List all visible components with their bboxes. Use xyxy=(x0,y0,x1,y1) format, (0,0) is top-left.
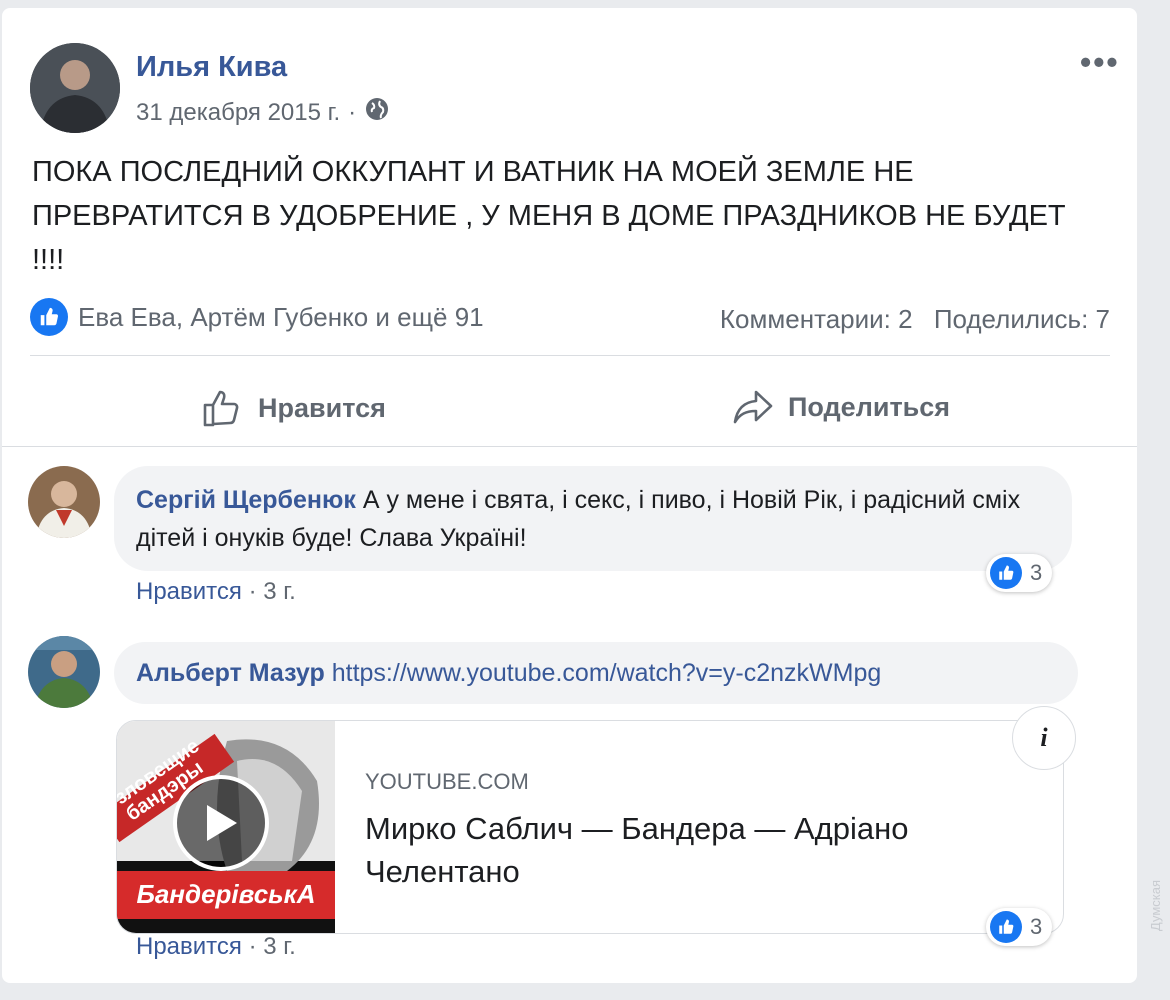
share-button[interactable]: Поделиться xyxy=(732,388,950,426)
comment-link[interactable]: https://www.youtube.com/watch?v=y-c2nzkW… xyxy=(332,659,882,687)
like-reaction-icon xyxy=(990,911,1022,943)
thumbnail-bottom-text: БандерівськА xyxy=(136,879,316,909)
comment-time[interactable]: 3 г. xyxy=(263,578,296,605)
comment-meta-separator: · xyxy=(248,578,257,605)
more-options-icon[interactable]: ••• xyxy=(1080,44,1120,81)
engagement-counts: Комментарии: 2 Поделились: 7 xyxy=(720,304,1110,335)
video-thumbnail[interactable]: зловещие бандэры БандерівськА xyxy=(117,721,335,933)
meta-separator: · xyxy=(348,98,357,126)
comment-reaction-count: 3 xyxy=(1030,560,1043,585)
comments-count[interactable]: Комментарии: 2 xyxy=(720,304,913,334)
comment-meta: Нравится · 3 г. xyxy=(136,578,296,606)
comment-reaction-count: 3 xyxy=(1030,914,1043,939)
comments-divider xyxy=(2,446,1137,447)
info-icon[interactable]: i xyxy=(1012,706,1076,770)
comment-like-link[interactable]: Нравится xyxy=(136,933,242,960)
post-card: Илья Кива 31 декабря 2015 г. · ••• ПОКА … xyxy=(2,8,1137,983)
preview-domain: YOUTUBE.COM xyxy=(365,769,529,794)
link-preview-card[interactable]: зловещие бандэры БандерівськА YOUTUBE.CO… xyxy=(116,720,1064,934)
comment-time[interactable]: 3 г. xyxy=(263,933,296,960)
comment-author[interactable]: Альберт Мазур xyxy=(136,659,325,687)
comment-like-link[interactable]: Нравится xyxy=(136,578,242,605)
comment-meta-separator: · xyxy=(248,933,257,960)
share-button-label: Поделиться xyxy=(788,391,951,422)
shares-count[interactable]: Поделились: 7 xyxy=(934,304,1110,334)
comment-author[interactable]: Сергій Щербенюк xyxy=(136,486,356,514)
like-button[interactable]: Нравится xyxy=(202,388,386,428)
like-reaction-icon xyxy=(30,298,68,336)
comment-bubble: Альберт Мазур https://www.youtube.com/wa… xyxy=(114,642,1078,704)
thumbs-up-icon xyxy=(203,390,239,427)
like-button-label: Нравится xyxy=(258,392,386,423)
reactions-summary[interactable]: Ева Ева, Артём Губенко и ещё 91 xyxy=(30,298,484,336)
commenter-avatar[interactable] xyxy=(28,466,100,538)
play-button-icon[interactable] xyxy=(173,775,269,871)
post-date[interactable]: 31 декабря 2015 г. xyxy=(136,99,340,127)
comment-reactions[interactable]: 3 xyxy=(986,908,1053,946)
reactions-text[interactable]: Ева Ева, Артём Губенко и ещё 91 xyxy=(78,302,484,333)
post-author-name[interactable]: Илья Кива xyxy=(136,51,287,84)
share-arrow-icon xyxy=(733,390,773,424)
watermark: Думская xyxy=(1148,880,1163,932)
divider xyxy=(30,355,1110,356)
commenter-avatar[interactable] xyxy=(28,636,100,708)
author-avatar[interactable] xyxy=(30,43,120,133)
comment-meta: Нравится · 3 г. xyxy=(136,933,296,961)
like-reaction-icon xyxy=(990,557,1022,589)
comment-reactions[interactable]: 3 xyxy=(986,554,1053,592)
post-text: ПОКА ПОСЛЕДНИЙ ОККУПАНТ И ВАТНИК НА МОЕЙ… xyxy=(32,156,1066,276)
preview-title[interactable]: Мирко Саблич — Бандера — Адріано Челента… xyxy=(365,807,1025,893)
post-meta: 31 декабря 2015 г. · xyxy=(136,96,390,129)
comment-bubble: Сергій Щербенюк А у мене і свята, і секс… xyxy=(114,466,1072,571)
globe-icon[interactable] xyxy=(364,96,390,129)
